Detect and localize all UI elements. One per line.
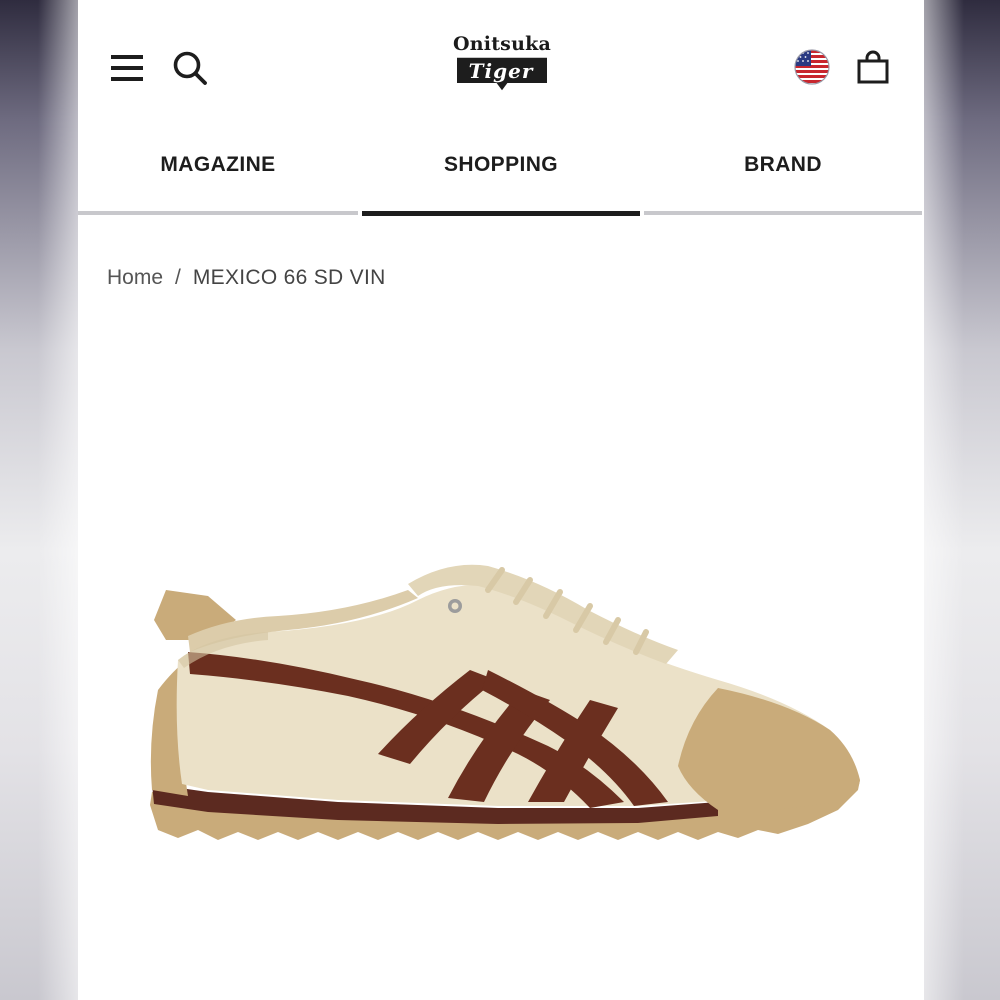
onitsuka-tiger-logo[interactable]: Onitsuka Tiger (449, 34, 555, 102)
tab-brand-indicator (644, 211, 922, 215)
breadcrumb: Home / MEXICO 66 SD VIN (107, 266, 386, 290)
us-flag-icon[interactable] (794, 49, 830, 85)
tab-shopping-indicator (362, 211, 640, 216)
search-icon[interactable] (170, 48, 210, 88)
tab-magazine-label: MAGAZINE (160, 153, 276, 176)
tab-shopping-label: SHOPPING (443, 153, 559, 176)
breadcrumb-separator: / (175, 266, 181, 289)
main-nav-tabs: MAGAZINE SHOPPING BRAND (78, 140, 924, 220)
app-screen: Onitsuka Tiger MAGAZINE SHOPPING BRAND H… (78, 0, 924, 1000)
tab-brand-label: BRAND (744, 153, 822, 176)
product-image[interactable] (118, 540, 898, 880)
breadcrumb-home-link[interactable]: Home (107, 266, 163, 290)
logo-wordmark-script: Tiger (468, 59, 534, 83)
shopping-bag-icon[interactable] (854, 48, 892, 86)
hamburger-menu-icon[interactable] (108, 50, 146, 86)
tab-shopping[interactable]: SHOPPING (362, 140, 640, 220)
right-blur-band (924, 0, 1000, 1000)
breadcrumb-current-page: MEXICO 66 SD VIN (192, 266, 386, 289)
site-header: Onitsuka Tiger (78, 0, 924, 130)
tab-brand[interactable]: BRAND (644, 140, 922, 220)
left-blur-band (0, 0, 78, 1000)
tab-magazine[interactable]: MAGAZINE (78, 140, 358, 220)
sneaker-illustration (150, 564, 860, 840)
logo-wordmark-top: Onitsuka (453, 33, 551, 55)
tab-magazine-indicator (78, 211, 358, 215)
